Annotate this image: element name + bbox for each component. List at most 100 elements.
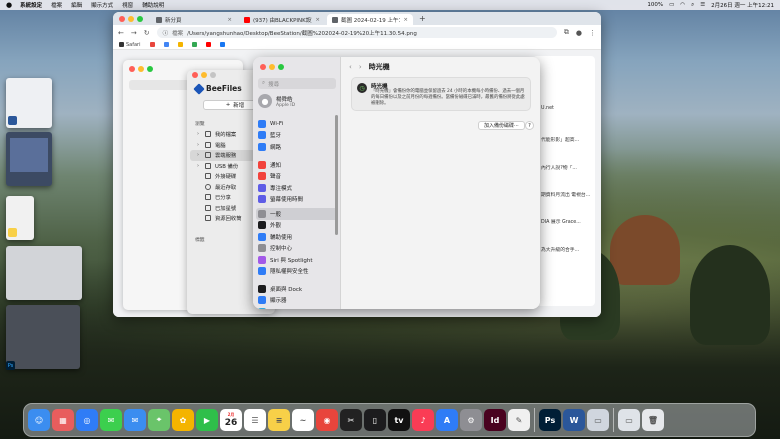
profile-icon[interactable]: ● (576, 29, 582, 37)
bookmark[interactable] (191, 42, 197, 47)
launchpad-icon[interactable]: ▦ (52, 409, 74, 431)
forward-icon[interactable]: → (131, 29, 137, 37)
apple-menu-icon[interactable]: ● (6, 1, 12, 9)
appstore-icon[interactable]: A (436, 409, 458, 431)
back-icon[interactable]: ← (118, 29, 124, 37)
sidebar-item-12[interactable]: 隱私權與安全性 (256, 266, 338, 278)
trash-icon[interactable]: 🗑 (642, 409, 664, 431)
maps-icon[interactable]: ⌖ (148, 409, 170, 431)
menu-view[interactable]: 顯示方式 (91, 1, 113, 9)
list-item[interactable]: U.net (541, 106, 554, 111)
sidebar-item-7[interactable]: 一般 (256, 208, 338, 220)
sidebar-item-1[interactable]: 藍牙 (256, 130, 338, 142)
close-button[interactable] (192, 72, 198, 78)
photos-icon[interactable]: ✿ (172, 409, 194, 431)
sidebar-item-5[interactable]: 專注模式 (256, 182, 338, 194)
menu-window[interactable]: 視窗 (122, 1, 133, 9)
sidebar-item-8[interactable]: 外觀 (256, 220, 338, 232)
minimize-button[interactable] (269, 64, 275, 70)
bookmark[interactable] (163, 42, 169, 47)
finder-icon[interactable]: ☺ (28, 409, 50, 431)
fullscreen-button[interactable] (147, 66, 153, 72)
bookmark[interactable] (219, 42, 225, 47)
window-thumbnail-photoshop[interactable]: Ps (6, 305, 80, 370)
downloads-icon[interactable]: ▭ (618, 409, 640, 431)
preview-icon[interactable]: ▭ (587, 409, 609, 431)
messages-icon[interactable]: ✉ (100, 409, 122, 431)
fullscreen-button[interactable] (278, 64, 284, 70)
photoshop-icon[interactable]: Ps (539, 409, 561, 431)
reminders-icon[interactable]: ☰ (244, 409, 266, 431)
window-thumbnail-notes[interactable] (6, 196, 34, 240)
close-button[interactable] (119, 16, 125, 22)
clock[interactable]: 2月26日 週一 上午12:21 (711, 1, 774, 9)
sidebar-item-15[interactable]: 背景圖片 (256, 306, 338, 309)
sidebar-item-3[interactable]: 通知 (256, 159, 338, 171)
menu-help[interactable]: 輔助說明 (142, 1, 164, 9)
extensions-icon[interactable]: ⧉ (564, 28, 569, 37)
freeform-icon[interactable]: ~ (292, 409, 314, 431)
menu-app-name[interactable]: 系統設定 (20, 1, 42, 9)
sidebar-item-2[interactable]: 網路 (256, 141, 338, 153)
battery-icon[interactable]: ▭ (669, 2, 674, 8)
fullscreen-button[interactable] (137, 16, 143, 22)
music-icon[interactable]: ♪ (412, 409, 434, 431)
chevron-right-icon[interactable]: › (197, 131, 201, 137)
sidebar-item-11[interactable]: Siri 與 Spotlight (256, 254, 338, 266)
back-icon[interactable]: ‹ (349, 63, 352, 71)
more-icon[interactable]: ⋮ (589, 29, 596, 37)
menu-file[interactable]: 檔案 (51, 1, 62, 9)
mail-icon[interactable]: ✉ (124, 409, 146, 431)
chevron-right-icon[interactable]: › (197, 142, 201, 148)
new-tab-button[interactable]: + (419, 14, 426, 23)
list-item[interactable]: DIA 展示 Grace... (541, 218, 581, 225)
word-icon[interactable]: W (563, 409, 585, 431)
close-button[interactable] (129, 66, 135, 72)
window-thumbnail-word[interactable] (6, 78, 52, 128)
minimize-button[interactable] (201, 72, 207, 78)
bookmark[interactable]: Safari (119, 42, 141, 48)
tab-close-icon[interactable]: × (403, 17, 408, 23)
sidebar-item-4[interactable]: 聲音 (256, 171, 338, 183)
tab-close-icon[interactable]: × (227, 17, 232, 23)
search-input[interactable]: ⌕ 搜尋 (258, 78, 336, 89)
help-button[interactable]: ? (525, 121, 534, 130)
sidebar-item-10[interactable]: 控制中心 (256, 243, 338, 255)
tab-new-tab[interactable]: 新分頁 × (151, 14, 237, 25)
add-backup-disk-button[interactable]: 加入備份磁碟⋯ (478, 121, 526, 130)
control-center-icon[interactable]: ☰ (700, 2, 705, 8)
facetime-icon[interactable]: ▶ (196, 409, 218, 431)
list-item[interactable]: 代能形影」超高... (541, 136, 579, 143)
notes-icon[interactable]: ≡ (268, 409, 290, 431)
sidebar-item-9[interactable]: 輔助使用 (256, 231, 338, 243)
safari-icon[interactable]: ◎ (76, 409, 98, 431)
minimize-button[interactable] (128, 16, 134, 22)
fullscreen-button[interactable] (210, 72, 216, 78)
chevron-right-icon[interactable]: › (197, 163, 201, 169)
tab-screenshot[interactable]: 截圖 2024-02-19 上午11.30.5... × (327, 14, 413, 25)
tab-youtube[interactable]: (937) 由BLACKPINK設置15年... × (239, 14, 325, 25)
sidebar-scrollbar[interactable] (335, 115, 338, 235)
sidebar-item-14[interactable]: 顯示器 (256, 295, 338, 307)
textedit-icon[interactable]: ✎ (508, 409, 530, 431)
wifi-icon[interactable]: ◠ (680, 2, 685, 8)
chrome-icon[interactable]: ◉ (316, 409, 338, 431)
minimize-button[interactable] (138, 66, 144, 72)
capcut-icon[interactable]: ✂ (340, 409, 362, 431)
bookmark[interactable] (205, 42, 211, 47)
close-button[interactable] (260, 64, 266, 70)
list-item[interactable]: 為大升級的合手... (541, 246, 579, 253)
list-item[interactable]: 內行人說?物「... (541, 164, 577, 171)
system-settings-icon[interactable]: ⚙ (460, 409, 482, 431)
bookmark[interactable] (177, 42, 183, 47)
iphone-mirroring-icon[interactable]: ▯ (364, 409, 386, 431)
calendar-icon[interactable]: 2月 26 (220, 409, 242, 431)
indesign-icon[interactable]: Id (484, 409, 506, 431)
search-icon[interactable]: ⌕ (691, 2, 694, 9)
window-thumbnail-video[interactable] (6, 132, 52, 186)
bookmark[interactable] (149, 42, 155, 47)
chevron-right-icon[interactable]: › (197, 152, 201, 158)
tab-close-icon[interactable]: × (315, 17, 320, 23)
sidebar-item-13[interactable]: 桌面與 Dock (256, 283, 338, 295)
address-bar[interactable]: ⓘ 檔案 /Users/yangshunhao/Desktop/BeeStati… (156, 27, 557, 38)
